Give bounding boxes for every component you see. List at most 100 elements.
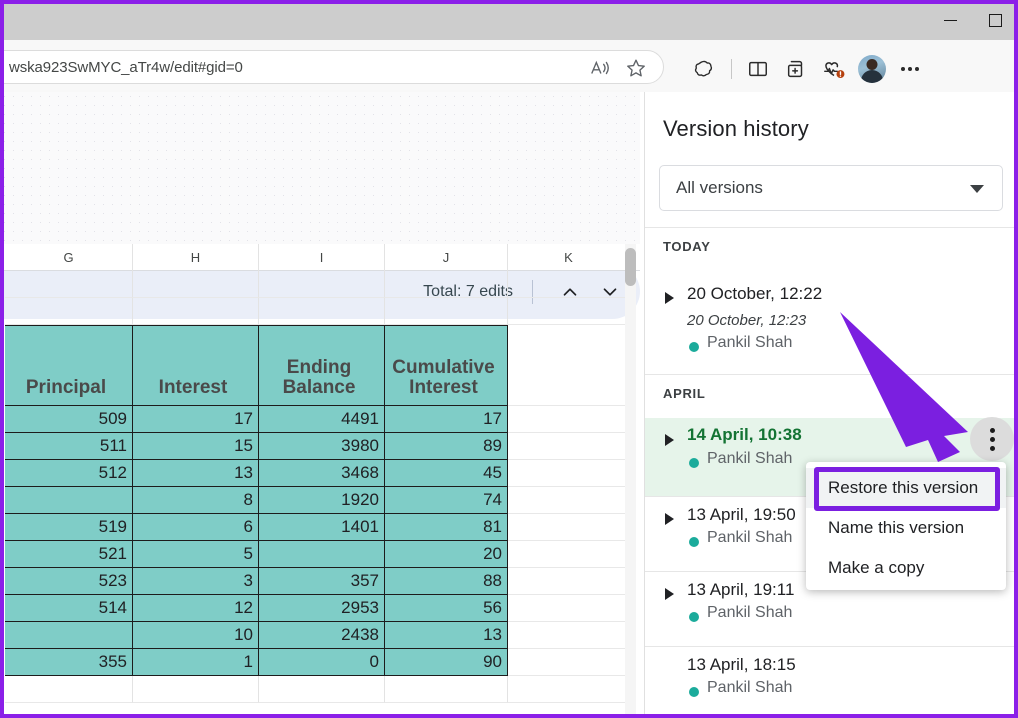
- cell[interactable]: 2438: [259, 622, 385, 649]
- cell[interactable]: 12: [133, 595, 259, 622]
- cell[interactable]: 13: [133, 460, 259, 487]
- cell[interactable]: 512: [5, 460, 133, 487]
- table-header-row[interactable]: Principal Interest Ending Balance Cumula…: [0, 325, 640, 406]
- address-bar[interactable]: wska923SwMYC_aTr4w/edit#gid=0: [0, 50, 664, 84]
- cell[interactable]: [508, 676, 629, 703]
- column-header-G[interactable]: G: [5, 244, 133, 271]
- cell[interactable]: 13: [385, 622, 508, 649]
- version-filter-select[interactable]: All versions: [659, 165, 1003, 211]
- table-row[interactable]: 509 17 4491 17: [0, 406, 640, 433]
- cell[interactable]: [508, 298, 629, 325]
- cell[interactable]: [508, 568, 629, 595]
- menu-item-restore-this-version[interactable]: Restore this version: [806, 468, 1006, 508]
- cell[interactable]: [508, 406, 629, 433]
- cell[interactable]: 355: [5, 649, 133, 676]
- copilot-icon[interactable]: [686, 52, 724, 86]
- cell[interactable]: [5, 271, 133, 298]
- cell[interactable]: [508, 487, 629, 514]
- maximize-button[interactable]: [972, 0, 1018, 40]
- table-row[interactable]: 511 15 3980 89: [0, 433, 640, 460]
- favorite-star-icon[interactable]: [621, 55, 651, 81]
- table-row[interactable]: 521 5 20: [0, 541, 640, 568]
- version-item-0[interactable]: 20 October, 12:22 20 October, 12:23 Pank…: [645, 279, 1018, 384]
- table-row[interactable]: 355 1 0 90: [0, 649, 640, 676]
- cell[interactable]: 1401: [259, 514, 385, 541]
- cell[interactable]: [508, 649, 629, 676]
- table-row[interactable]: [0, 676, 640, 703]
- browser-essentials-icon[interactable]: [815, 52, 853, 86]
- cell[interactable]: 514: [5, 595, 133, 622]
- expand-triangle-icon[interactable]: [665, 292, 674, 304]
- column-header-K[interactable]: K: [508, 244, 629, 271]
- cell[interactable]: [508, 433, 629, 460]
- cell[interactable]: 15: [133, 433, 259, 460]
- cell[interactable]: 20: [385, 541, 508, 568]
- table-row[interactable]: 514 12 2953 56: [0, 595, 640, 622]
- column-header-H[interactable]: H: [133, 244, 259, 271]
- table-row[interactable]: [0, 298, 640, 325]
- cell[interactable]: [508, 595, 629, 622]
- cell[interactable]: 4491: [259, 406, 385, 433]
- expand-triangle-icon[interactable]: [665, 513, 674, 525]
- cell[interactable]: [5, 298, 133, 325]
- cell[interactable]: 3980: [259, 433, 385, 460]
- cell[interactable]: 17: [133, 406, 259, 433]
- cell[interactable]: [133, 676, 259, 703]
- table-row[interactable]: 523 3 357 88: [0, 568, 640, 595]
- menu-item-name-this-version[interactable]: Name this version: [806, 508, 1006, 548]
- cell[interactable]: 521: [5, 541, 133, 568]
- header-cell-principal[interactable]: Principal: [5, 325, 133, 406]
- cell[interactable]: 5: [133, 541, 259, 568]
- cell[interactable]: [5, 622, 133, 649]
- version-item-4[interactable]: 13 April, 18:15 Pankil Shah: [645, 647, 1018, 718]
- cell[interactable]: [5, 487, 133, 514]
- table-row[interactable]: 519 6 1401 81: [0, 514, 640, 541]
- read-aloud-icon[interactable]: [585, 55, 615, 81]
- cell[interactable]: [259, 271, 385, 298]
- cell[interactable]: 10: [133, 622, 259, 649]
- cell[interactable]: [259, 541, 385, 568]
- cell[interactable]: 3: [133, 568, 259, 595]
- header-cell-ending-balance[interactable]: Ending Balance: [259, 325, 385, 406]
- column-header-I[interactable]: I: [259, 244, 385, 271]
- cell[interactable]: [133, 298, 259, 325]
- cell[interactable]: 357: [259, 568, 385, 595]
- cell[interactable]: [5, 676, 133, 703]
- cell[interactable]: 90: [385, 649, 508, 676]
- cell[interactable]: 81: [385, 514, 508, 541]
- column-header-J[interactable]: J: [385, 244, 508, 271]
- settings-more-icon[interactable]: [891, 52, 929, 86]
- cell[interactable]: 519: [5, 514, 133, 541]
- cell[interactable]: 1920: [259, 487, 385, 514]
- menu-item-make-a-copy[interactable]: Make a copy: [806, 548, 1006, 588]
- cell[interactable]: [259, 298, 385, 325]
- cell[interactable]: [508, 325, 629, 406]
- cell[interactable]: [259, 676, 385, 703]
- table-row[interactable]: 512 13 3468 45: [0, 460, 640, 487]
- cell[interactable]: 88: [385, 568, 508, 595]
- cell[interactable]: [508, 514, 629, 541]
- cell[interactable]: [508, 460, 629, 487]
- cell[interactable]: 89: [385, 433, 508, 460]
- cell[interactable]: 8: [133, 487, 259, 514]
- cell[interactable]: 1: [133, 649, 259, 676]
- table-row[interactable]: 10 2438 13: [0, 622, 640, 649]
- cell[interactable]: 509: [5, 406, 133, 433]
- profile-avatar[interactable]: [853, 52, 891, 86]
- split-screen-icon[interactable]: [739, 52, 777, 86]
- expand-triangle-icon[interactable]: [665, 434, 674, 446]
- cell[interactable]: 3468: [259, 460, 385, 487]
- cell[interactable]: [385, 271, 508, 298]
- cell[interactable]: 6: [133, 514, 259, 541]
- cell[interactable]: [508, 622, 629, 649]
- cell[interactable]: 45: [385, 460, 508, 487]
- expand-triangle-icon[interactable]: [665, 588, 674, 600]
- scrollbar-thumb[interactable]: [625, 248, 636, 286]
- header-cell-cumulative-interest[interactable]: Cumulative Interest: [385, 325, 508, 406]
- cell[interactable]: [385, 676, 508, 703]
- vertical-scrollbar[interactable]: [625, 244, 636, 718]
- cell[interactable]: [385, 298, 508, 325]
- more-options-icon[interactable]: [970, 417, 1014, 461]
- cell[interactable]: 56: [385, 595, 508, 622]
- cell[interactable]: 74: [385, 487, 508, 514]
